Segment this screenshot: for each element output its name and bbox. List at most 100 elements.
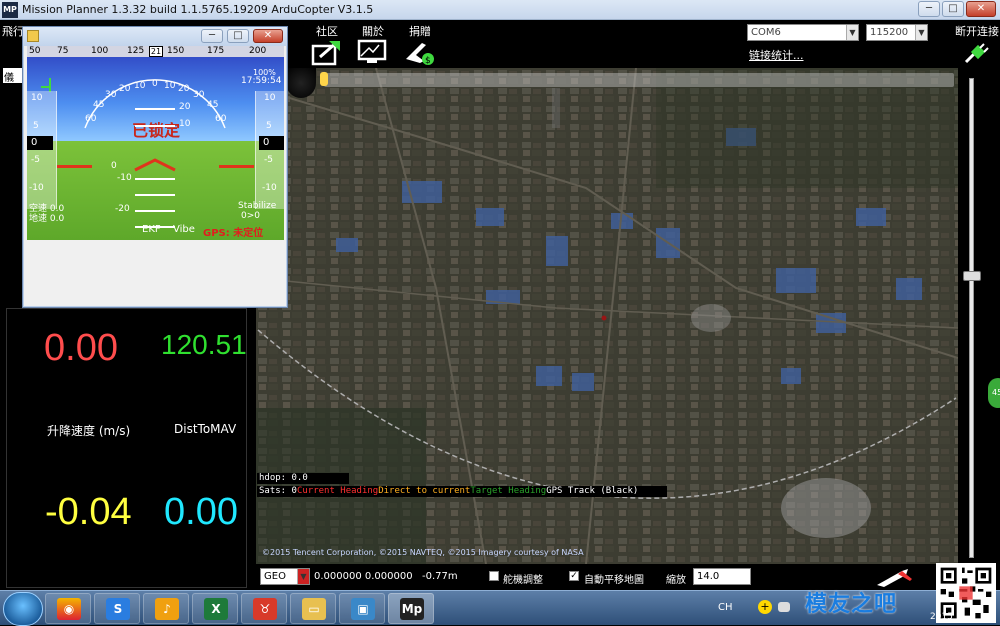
ekf-status[interactable]: EKF <box>142 224 161 235</box>
taskbar-app-excel[interactable]: X <box>192 593 238 624</box>
zoom-label: 縮放 <box>666 575 686 586</box>
map-copyright: ©2015 Tencent Corporation, ©2015 NAVTEQ,… <box>262 548 584 557</box>
disconnect-label[interactable]: 断开连接 <box>955 23 999 39</box>
mission-planner-icon: Mp <box>400 598 424 620</box>
quick-value-3[interactable]: -0.04 <box>45 491 132 534</box>
hud-display: 50 75 100 125 150 175 200 21 60 45 30 20… <box>27 46 284 240</box>
app-icon: MP <box>2 2 18 18</box>
mode-sub-readout: 0>0 <box>241 211 260 221</box>
quick-value-4[interactable]: 0.00 <box>164 491 238 534</box>
baud-rate-select[interactable]: 115200 ▼ <box>866 24 928 41</box>
groundspeed-readout: 地速 0.0 <box>29 214 65 224</box>
sats-readout: Sats: 0 <box>259 486 297 496</box>
pitch-line <box>135 125 175 127</box>
hud-minimize-button[interactable]: ─ <box>201 29 223 43</box>
svg-text:$: $ <box>425 56 431 66</box>
minimize-button[interactable]: ─ <box>918 1 940 17</box>
title-bar: MP Mission Planner 1.3.32 build 1.1.5765… <box>0 0 1000 20</box>
cow-app-icon: ♉ <box>253 598 277 620</box>
clock-readout: 17:59:54 <box>241 76 282 86</box>
flight-mode: Stabilize <box>238 201 277 211</box>
taskbar-app-explorer[interactable]: ▭ <box>290 593 336 624</box>
close-button[interactable]: ✕ <box>966 1 996 17</box>
map-header-bar <box>324 73 954 87</box>
photo-viewer-icon: ▣ <box>351 598 375 620</box>
alt-value: 0 <box>259 136 284 150</box>
roll-tick: 10 <box>134 81 146 91</box>
hdop-readout: hdop: 0.0 <box>257 473 349 484</box>
roll-tick: 20 <box>178 84 190 94</box>
alt-tick: -10 <box>262 183 277 193</box>
taskbar-app-photos[interactable]: ▣ <box>339 593 385 624</box>
alt-tick: 5 <box>266 121 272 131</box>
map-compass-icon <box>286 68 316 98</box>
zoom-input[interactable]: 14.0 <box>693 568 751 585</box>
autopan-checkbox[interactable]: ✓ <box>569 571 579 581</box>
taskbar-app-missionplanner[interactable]: Mp <box>388 593 434 624</box>
speed-tick: 10 <box>31 93 43 103</box>
chevron-down-icon[interactable]: ▼ <box>297 569 309 584</box>
chevron-down-icon[interactable]: ▼ <box>846 25 858 40</box>
right-zoom-bar <box>958 68 1000 590</box>
quick-value-2[interactable]: 120.51 <box>161 329 247 361</box>
quick-view-panel: 0.00 120.51 升降速度 (m/s) DistToMAV -0.04 0… <box>6 308 247 588</box>
link-stats-link[interactable]: 链接统计... <box>749 47 804 63</box>
plane-donate-icon[interactable]: $ <box>402 37 436 67</box>
com-port-select[interactable]: COM6 ▼ <box>747 24 859 41</box>
site-watermark: 模友之吧 <box>805 592 898 617</box>
map-marker-icon[interactable] <box>320 72 328 86</box>
monitor-icon[interactable] <box>355 37 389 67</box>
zoom-level-button[interactable]: 45 <box>988 378 1000 408</box>
speed-tick: 5 <box>33 121 39 131</box>
taskbar-app-volume[interactable]: ♪ <box>143 593 189 624</box>
excel-icon: X <box>204 598 228 620</box>
pitch-tick: 0 <box>111 161 117 171</box>
chevron-down-icon[interactable]: ▼ <box>915 25 927 40</box>
alt-tick: 10 <box>264 93 276 103</box>
roll-tick: 45 <box>93 100 105 110</box>
taskbar-app-cow[interactable]: ♉ <box>241 593 287 624</box>
pitch-tick: -10 <box>117 173 132 183</box>
roll-tick: 30 <box>105 90 117 100</box>
hud-window-titlebar[interactable]: ─ □ ✕ <box>23 27 287 46</box>
roll-tick: 20 <box>119 84 131 94</box>
zoom-slider-thumb[interactable] <box>963 271 981 281</box>
legend-target-heading: Target Heading <box>470 486 547 496</box>
hud-popout-window[interactable]: ─ □ ✕ 50 75 100 125 150 175 200 21 60 45… <box>22 26 288 308</box>
taskbar-app-360[interactable]: ◉ <box>45 593 91 624</box>
zoom-slider-track[interactable] <box>969 78 974 558</box>
rudder-checkbox[interactable] <box>489 571 499 581</box>
roll-tick: 60 <box>215 114 227 124</box>
quick-value-1[interactable]: 0.00 <box>44 327 118 370</box>
roll-tick: 60 <box>85 114 97 124</box>
maximize-button[interactable]: □ <box>942 1 964 17</box>
tray-language[interactable]: CH <box>718 602 733 613</box>
autopan-label: 自動平移地圖 <box>584 575 644 586</box>
roll-tick: 10 <box>164 81 176 91</box>
roll-tick: 0 <box>152 79 158 89</box>
tray-ime-icon[interactable]: + <box>758 600 772 614</box>
taskbar-app-sogou[interactable]: S <box>94 593 140 624</box>
speed-value: 0 <box>27 136 53 150</box>
tray-mouse-icon[interactable] <box>778 602 790 612</box>
baud-rate-value: 115200 <box>870 27 909 38</box>
hud-close-button[interactable]: ✕ <box>253 29 283 43</box>
pitch-tick: 10 <box>179 119 191 129</box>
coord-type-select[interactable]: GEO ▼ <box>260 568 310 585</box>
start-button[interactable] <box>3 592 43 626</box>
vibe-status[interactable]: Vibe <box>173 224 195 235</box>
speed-tick: -5 <box>31 155 40 165</box>
pitch-line <box>135 108 175 110</box>
pitch-line <box>135 194 175 196</box>
coords-readout: 0.000000 0.000000 <box>314 571 413 582</box>
com-port-value: COM6 <box>751 27 781 38</box>
hud-maximize-button[interactable]: □ <box>227 29 249 43</box>
share-icon[interactable] <box>310 37 344 67</box>
altitude-tape: 10 5 -5 -10 <box>255 91 284 209</box>
volume-icon: ♪ <box>155 598 179 620</box>
sats-legend-line: Sats: 0Current HeadingDirect to currentT… <box>257 486 667 497</box>
menu-flight-data[interactable]: 飛行 <box>2 23 24 39</box>
plug-icon[interactable] <box>962 42 990 66</box>
tray-date: 2015 <box>930 612 953 622</box>
alt-readout: -0.77m <box>422 571 458 582</box>
